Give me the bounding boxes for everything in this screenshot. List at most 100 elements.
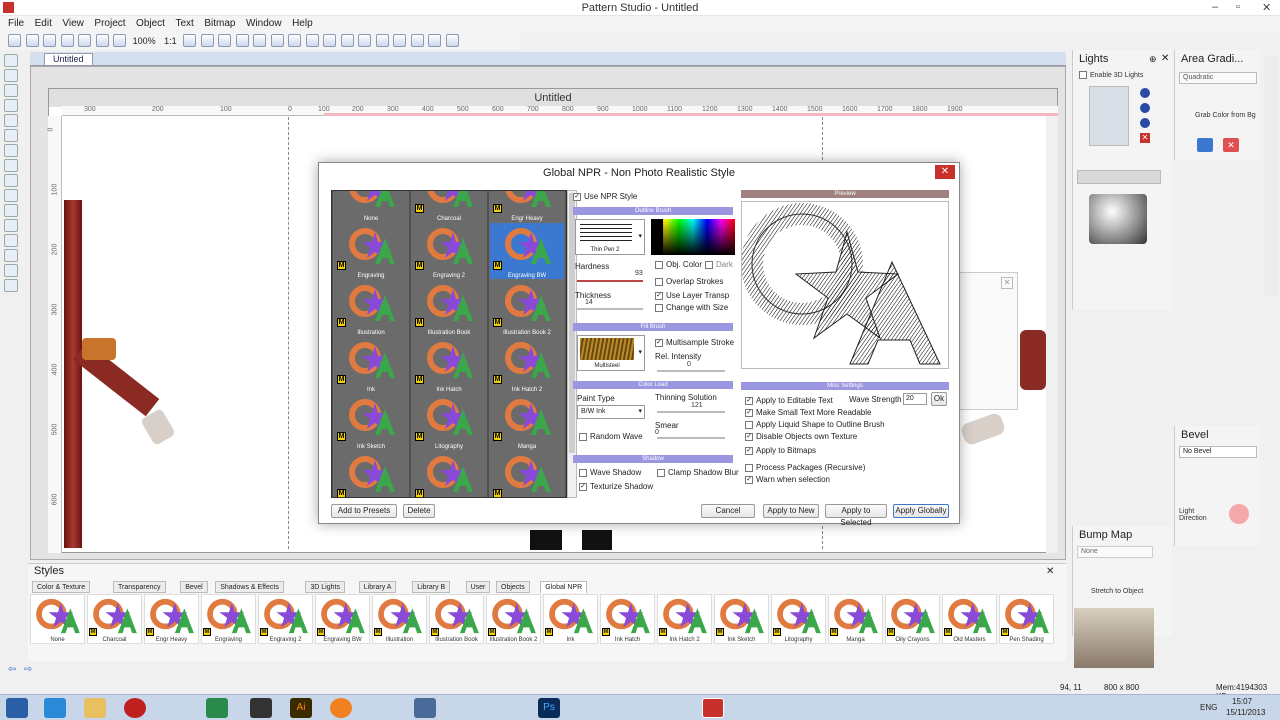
preset-tile[interactable]: MOld Masters xyxy=(411,450,487,497)
small-text-checkbox[interactable]: ✓ Make Small Text More Readable xyxy=(745,408,871,417)
start-icon[interactable] xyxy=(6,698,28,718)
preset-tile[interactable]: MPen Shading xyxy=(489,450,565,497)
style-swatch[interactable]: M Engraving BW xyxy=(315,594,370,644)
light-sphere-icon[interactable] xyxy=(1140,118,1150,128)
menu-view[interactable]: View xyxy=(62,16,84,32)
photoshop-icon[interactable]: Ps xyxy=(538,698,560,718)
close-icon[interactable]: ✕ xyxy=(1046,566,1054,577)
clock-time[interactable]: 15:07 xyxy=(1232,697,1252,706)
light-color-bar[interactable] xyxy=(1077,170,1161,184)
close-icon[interactable]: ✕ xyxy=(1001,277,1013,289)
texturize-shadow-checkbox[interactable]: ✓ Texturize Shadow xyxy=(579,482,653,491)
style-swatch[interactable]: M Oily Crayons xyxy=(885,594,940,644)
rect-tool-icon[interactable] xyxy=(4,174,18,187)
style-swatch[interactable]: M Charcoal xyxy=(87,594,142,644)
style-swatch[interactable]: M Engraving xyxy=(201,594,256,644)
preset-tile[interactable]: M Ink Hatch xyxy=(411,336,487,394)
dark-checkbox[interactable]: Dark xyxy=(705,260,733,269)
change-size-checkbox[interactable]: Change with Size xyxy=(655,303,728,312)
grab-color-label[interactable]: Grab Color from Bg xyxy=(1195,112,1256,119)
random-wave-checkbox[interactable]: Random Wave xyxy=(579,432,643,441)
style-swatch[interactable]: M Engraving 2 xyxy=(258,594,313,644)
brush-icon[interactable] xyxy=(288,34,302,47)
search-icon[interactable] xyxy=(414,698,436,718)
print-icon[interactable] xyxy=(60,34,74,47)
pin-icon[interactable]: ⊕ xyxy=(1149,54,1157,65)
illustrator-icon[interactable]: Ai xyxy=(290,698,312,718)
guides-icon[interactable] xyxy=(445,34,459,47)
delete-light-icon[interactable]: ✕ xyxy=(1140,133,1150,143)
gradient-type-select[interactable]: Quadratic xyxy=(1179,72,1257,84)
fill-brush-select[interactable]: Multisteel ▾ xyxy=(577,335,645,371)
style-tab[interactable]: Transparency xyxy=(113,581,166,593)
light-preview[interactable] xyxy=(1089,86,1129,146)
menu-edit[interactable]: Edit xyxy=(35,16,52,32)
app-icon[interactable] xyxy=(206,698,228,718)
ellipse-tool-icon[interactable] xyxy=(4,189,18,202)
clock-date[interactable]: 15/11/2013 xyxy=(1226,708,1265,717)
menu-bitmap[interactable]: Bitmap xyxy=(204,16,235,32)
preset-tile[interactable]: M Illustration Book 2 xyxy=(489,279,565,337)
process-packages-checkbox[interactable]: Process Packages (Recursive) xyxy=(745,463,865,472)
eraser-tool-icon[interactable] xyxy=(4,234,18,247)
style-swatch[interactable]: M Engr Heavy xyxy=(144,594,199,644)
preset-tile[interactable]: M Manga xyxy=(489,393,565,451)
canvas-scrollbar[interactable] xyxy=(1046,116,1058,553)
next-arrow-icon[interactable]: ⇨ xyxy=(24,664,32,675)
style-swatch[interactable]: M Manga xyxy=(828,594,883,644)
enable-lights-checkbox[interactable]: Enable 3D Lights xyxy=(1079,71,1143,79)
link-icon[interactable] xyxy=(253,34,267,47)
eyedropper-icon[interactable] xyxy=(305,34,319,47)
preset-tile[interactable]: M Engraving xyxy=(333,222,409,280)
minimize-icon[interactable]: – xyxy=(1212,1,1218,13)
use-npr-checkbox[interactable]: ✓ Use NPR Style xyxy=(573,192,637,201)
cut-icon[interactable] xyxy=(78,34,92,47)
menu-window[interactable]: Window xyxy=(246,16,282,32)
style-swatch[interactable]: M Illustration Book 2 xyxy=(486,594,541,644)
copy-icon[interactable] xyxy=(95,34,109,47)
horizontal-ruler[interactable]: 300 200 100 0 100 200 300 400 500 600 70… xyxy=(62,106,1058,116)
color-picker[interactable] xyxy=(651,219,735,255)
light-sphere-icon[interactable] xyxy=(1140,103,1150,113)
menu-object[interactable]: Object xyxy=(136,16,165,32)
preset-tile[interactable]: M Engr Heavy xyxy=(489,191,565,223)
align-icon[interactable] xyxy=(340,34,354,47)
group-icon[interactable] xyxy=(218,34,232,47)
ungroup-icon[interactable] xyxy=(235,34,249,47)
style-tab[interactable]: Bevel xyxy=(180,581,208,593)
save-icon[interactable] xyxy=(43,34,57,47)
multisample-checkbox[interactable]: ✓ Multisample Stroke xyxy=(655,338,734,347)
kindle-icon[interactable] xyxy=(250,698,272,718)
media-icon[interactable] xyxy=(330,698,352,718)
arrow-tool-icon[interactable] xyxy=(4,54,18,67)
select-all-icon[interactable] xyxy=(358,34,372,47)
zoom-tool-icon[interactable] xyxy=(4,114,18,127)
cancel-button[interactable]: Cancel xyxy=(701,504,755,518)
wave-shadow-checkbox[interactable]: Wave Shadow xyxy=(579,468,641,477)
warn-selection-checkbox[interactable]: ✓ Warn when selection xyxy=(745,475,830,484)
preset-tile[interactable]: M Engraving BW xyxy=(489,222,565,280)
fill-tool-icon[interactable] xyxy=(4,219,18,232)
preset-tile[interactable]: M Illustration xyxy=(333,279,409,337)
add-to-presets-button[interactable]: Add to Presets xyxy=(331,504,397,518)
style-tab[interactable]: Objects xyxy=(496,581,530,593)
style-tab[interactable]: Color & Texture xyxy=(32,581,91,593)
outline-brush-select[interactable]: Thin Pen 2 ▾ xyxy=(575,219,645,255)
crop-tool-icon[interactable] xyxy=(4,279,18,292)
smear-slider[interactable] xyxy=(657,437,725,439)
open-icon[interactable] xyxy=(25,34,39,47)
apply-globally-button[interactable]: Apply Globally xyxy=(893,504,949,518)
ok-button[interactable]: Ok xyxy=(931,392,947,406)
gradient-apply-icon[interactable] xyxy=(1197,138,1213,152)
light-sphere-icon[interactable] xyxy=(1140,88,1150,98)
apply-to-new-button[interactable]: Apply to New xyxy=(763,504,819,518)
hardness-slider[interactable] xyxy=(577,280,643,282)
style-swatch[interactable]: None xyxy=(30,594,85,644)
snap-icon[interactable] xyxy=(393,34,407,47)
node-tool-icon[interactable] xyxy=(4,69,18,82)
zoom-select[interactable]: 100% xyxy=(133,36,156,46)
style-tab[interactable]: User xyxy=(465,581,491,593)
preset-tile[interactable]: M Ink Sketch xyxy=(333,393,409,451)
layer-transp-checkbox[interactable]: ✓ Use Layer Transp xyxy=(655,291,729,300)
prev-arrow-icon[interactable]: ⇦ xyxy=(8,664,16,675)
